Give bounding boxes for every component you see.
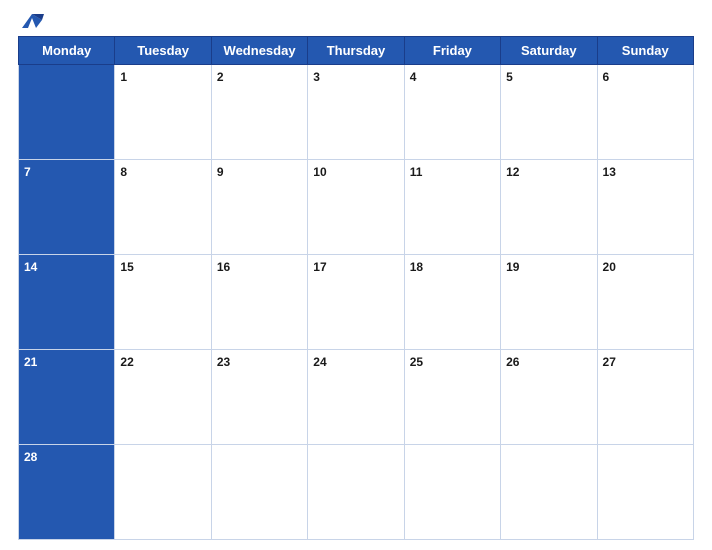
calendar-cell: 27 — [597, 350, 693, 445]
logo — [18, 10, 50, 32]
weekday-header: Saturday — [501, 37, 597, 65]
day-number: 12 — [506, 165, 519, 179]
calendar-cell: 9 — [211, 160, 307, 255]
day-number: 24 — [313, 355, 326, 369]
day-number: 11 — [410, 165, 423, 179]
day-number: 14 — [24, 260, 37, 274]
calendar-cell: 11 — [404, 160, 500, 255]
day-number: 19 — [506, 260, 519, 274]
weekday-header: Tuesday — [115, 37, 211, 65]
calendar-cell — [404, 445, 500, 540]
calendar-table: MondayTuesdayWednesdayThursdayFridaySatu… — [18, 36, 694, 540]
day-number: 26 — [506, 355, 519, 369]
logo-bird-icon — [18, 10, 46, 32]
calendar-cell: 3 — [308, 65, 404, 160]
calendar-cell: 20 — [597, 255, 693, 350]
day-number: 3 — [313, 70, 320, 84]
day-number: 23 — [217, 355, 230, 369]
calendar-cell: 10 — [308, 160, 404, 255]
calendar-cell: 7 — [19, 160, 115, 255]
calendar-cell: 25 — [404, 350, 500, 445]
day-number: 9 — [217, 165, 224, 179]
calendar-body: 1234567891011121314151617181920212223242… — [19, 65, 694, 540]
calendar-cell: 8 — [115, 160, 211, 255]
day-number: 27 — [603, 355, 616, 369]
calendar-cell — [501, 445, 597, 540]
calendar-cell: 22 — [115, 350, 211, 445]
calendar-cell: 19 — [501, 255, 597, 350]
calendar-cell: 16 — [211, 255, 307, 350]
weekday-header: Friday — [404, 37, 500, 65]
day-number: 5 — [506, 70, 513, 84]
weekday-header: Wednesday — [211, 37, 307, 65]
calendar-cell — [115, 445, 211, 540]
day-number: 16 — [217, 260, 230, 274]
calendar-cell: 14 — [19, 255, 115, 350]
day-number: 22 — [120, 355, 133, 369]
day-number: 8 — [120, 165, 127, 179]
day-number: 17 — [313, 260, 326, 274]
calendar-cell: 26 — [501, 350, 597, 445]
day-number: 15 — [120, 260, 133, 274]
calendar-cell: 2 — [211, 65, 307, 160]
day-number: 20 — [603, 260, 616, 274]
weekday-header: Thursday — [308, 37, 404, 65]
calendar-cell: 1 — [115, 65, 211, 160]
calendar-cell: 6 — [597, 65, 693, 160]
calendar-week-row: 28 — [19, 445, 694, 540]
calendar-cell — [308, 445, 404, 540]
calendar-cell: 15 — [115, 255, 211, 350]
calendar-week-row: 21 22 23 24 25 26 27 — [19, 350, 694, 445]
calendar-header: MondayTuesdayWednesdayThursdayFridaySatu… — [19, 37, 694, 65]
calendar-cell: 4 — [404, 65, 500, 160]
calendar-cell: 12 — [501, 160, 597, 255]
calendar-week-row: 1 2 3 4 5 6 — [19, 65, 694, 160]
day-number: 2 — [217, 70, 224, 84]
calendar-cell — [211, 445, 307, 540]
day-number: 10 — [313, 165, 326, 179]
day-number: 25 — [410, 355, 423, 369]
calendar-cell — [19, 65, 115, 160]
day-number: 13 — [603, 165, 616, 179]
calendar-week-row: 7 8 9 10 11 12 13 — [19, 160, 694, 255]
day-number: 21 — [24, 355, 37, 369]
calendar-cell: 23 — [211, 350, 307, 445]
calendar-cell: 24 — [308, 350, 404, 445]
calendar-cell — [597, 445, 693, 540]
weekday-header: Sunday — [597, 37, 693, 65]
calendar-cell: 18 — [404, 255, 500, 350]
day-number: 1 — [120, 70, 127, 84]
day-number: 7 — [24, 165, 31, 179]
day-number: 18 — [410, 260, 423, 274]
calendar-week-row: 14 15 16 17 18 19 20 — [19, 255, 694, 350]
calendar-cell: 5 — [501, 65, 597, 160]
weekday-header-row: MondayTuesdayWednesdayThursdayFridaySatu… — [19, 37, 694, 65]
calendar-cell: 17 — [308, 255, 404, 350]
calendar-cell: 28 — [19, 445, 115, 540]
top-bar — [18, 10, 694, 32]
calendar-cell: 13 — [597, 160, 693, 255]
day-number: 28 — [24, 450, 37, 464]
day-number: 6 — [603, 70, 610, 84]
day-number: 4 — [410, 70, 417, 84]
weekday-header: Monday — [19, 37, 115, 65]
calendar-cell: 21 — [19, 350, 115, 445]
